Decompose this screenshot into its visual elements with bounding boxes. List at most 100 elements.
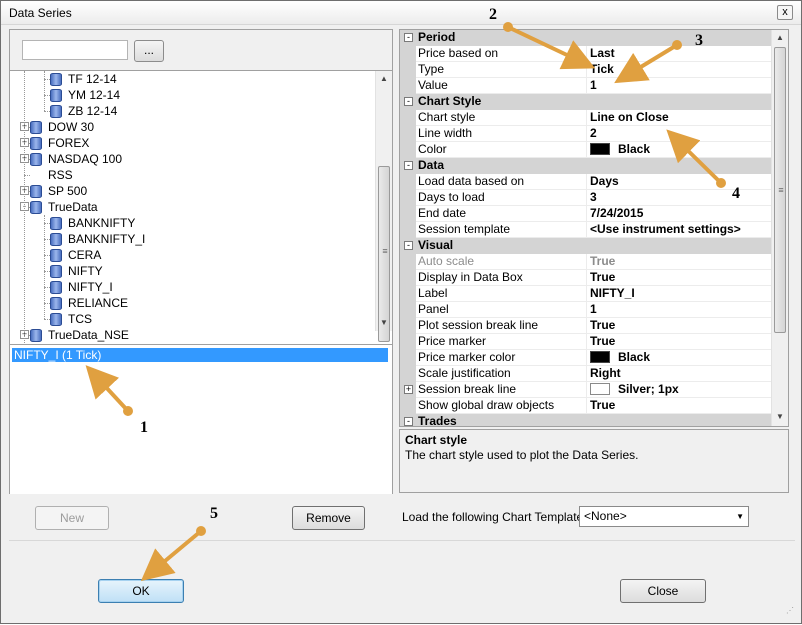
grid-property-value[interactable]: True <box>590 318 615 333</box>
collapse-icon[interactable]: - <box>404 417 413 426</box>
tree-item[interactable]: CERA <box>48 247 348 263</box>
grid-scroll-thumb[interactable]: ≡ <box>774 47 786 333</box>
tree-item[interactable]: YM 12-14 <box>48 87 348 103</box>
tree-item[interactable]: BANKNIFTY <box>48 215 348 231</box>
tree-item[interactable]: RELIANCE <box>48 295 348 311</box>
tree-scrollbar[interactable]: ▲ ≡ ▼ <box>375 71 392 342</box>
database-icon <box>50 265 62 278</box>
tree-item[interactable]: NIFTY_I <box>48 279 348 295</box>
resize-grip-icon[interactable]: ⋰ <box>786 607 798 620</box>
grid-property-value[interactable]: Last <box>590 46 615 61</box>
grid-property-value[interactable]: Line on Close <box>590 110 669 125</box>
grid-property-value[interactable]: Days <box>590 174 619 189</box>
tree-item[interactable]: SP 500 <box>28 183 328 199</box>
grid-category[interactable]: - Period <box>400 30 772 46</box>
grid-property-row[interactable]: Scale justification Right <box>400 366 772 382</box>
grid-property-row[interactable]: Value 1 <box>400 78 772 94</box>
grid-property-value[interactable]: True <box>590 270 615 285</box>
grid-property-row[interactable]: Display in Data Box True <box>400 270 772 286</box>
expand-icon[interactable]: + <box>404 385 413 394</box>
property-grid[interactable]: - Period Price based on Last Type Tick Value 1-… <box>399 29 789 427</box>
grid-property-row[interactable]: Session template <Use instrument settings… <box>400 222 772 238</box>
tree-item[interactable]: TrueData <box>28 199 328 215</box>
grid-property-value[interactable]: Right <box>590 366 621 381</box>
grid-column-separator <box>586 270 587 286</box>
remove-button[interactable]: Remove <box>292 506 365 530</box>
grid-property-row[interactable]: Chart style Line on Close <box>400 110 772 126</box>
grid-category[interactable]: - Visual <box>400 238 772 254</box>
instrument-search-input[interactable] <box>22 40 128 60</box>
grid-property-row[interactable]: Price marker True <box>400 334 772 350</box>
browse-button[interactable]: ... <box>134 40 164 62</box>
series-list[interactable]: NIFTY_I (1 Tick) <box>10 344 392 494</box>
instrument-tree[interactable]: TF 12-14 YM 12-14 ZB 12-14 DOW 30 + FOREX + NAS… <box>10 70 392 370</box>
new-button[interactable]: New <box>35 506 109 530</box>
ok-button[interactable]: OK <box>98 579 184 603</box>
grid-property-value[interactable]: 1 <box>590 78 597 93</box>
grid-category[interactable]: - Chart Style <box>400 94 772 110</box>
grid-property-value[interactable]: 7/24/2015 <box>590 206 643 221</box>
grip-icon: ≡ <box>778 185 784 195</box>
grid-category[interactable]: - Trades <box>400 414 772 426</box>
grid-property-value[interactable]: 2 <box>590 126 597 141</box>
tree-item-label: TCS <box>68 312 92 326</box>
grid-property-row[interactable]: Panel 1 <box>400 302 772 318</box>
scroll-down-icon[interactable]: ▼ <box>772 409 788 425</box>
collapse-icon[interactable]: - <box>404 241 413 250</box>
grid-category[interactable]: - Data <box>400 158 772 174</box>
tree-item[interactable]: FOREX <box>28 135 328 151</box>
grid-property-value[interactable]: Tick <box>590 62 614 77</box>
grid-gutter <box>400 46 416 62</box>
collapse-icon[interactable]: - <box>404 97 413 106</box>
grid-property-row[interactable]: + Session break line Silver; 1px <box>400 382 772 398</box>
grid-property-row[interactable]: Type Tick <box>400 62 772 78</box>
tree-item[interactable]: RSS <box>28 167 328 183</box>
close-button[interactable]: Close <box>620 579 706 603</box>
grid-property-value[interactable]: True <box>590 254 615 269</box>
database-icon <box>30 329 42 342</box>
tree-item[interactable]: NIFTY <box>48 263 348 279</box>
annotation-number-3: 3 <box>695 32 703 49</box>
grid-property-value[interactable]: True <box>590 334 615 349</box>
scroll-up-icon[interactable]: ▲ <box>772 30 788 46</box>
tree-item[interactable]: NASDAQ 100 <box>28 151 328 167</box>
tree-item[interactable]: TCS <box>48 311 348 327</box>
collapse-icon[interactable]: - <box>404 161 413 170</box>
tree-item[interactable]: DOW 30 <box>28 119 328 135</box>
grid-property-row[interactable]: End date 7/24/2015 <box>400 206 772 222</box>
grid-property-value[interactable]: 3 <box>590 190 597 205</box>
grid-property-row[interactable]: Show global draw objects True <box>400 398 772 414</box>
grid-property-row[interactable]: Line width 2 <box>400 126 772 142</box>
description-title: Chart style <box>405 433 468 447</box>
grid-property-row[interactable]: Price based on Last <box>400 46 772 62</box>
grid-property-value[interactable]: 1 <box>590 302 597 317</box>
grid-gutter <box>400 334 416 350</box>
grid-property-row[interactable]: Auto scale True <box>400 254 772 270</box>
tree-connector <box>44 319 50 320</box>
grid-property-value[interactable]: NIFTY_I <box>590 286 635 301</box>
grid-property-row[interactable]: Color Black <box>400 142 772 158</box>
grid-property-value[interactable]: Silver; 1px <box>590 382 679 397</box>
grid-property-row[interactable]: Load data based on Days <box>400 174 772 190</box>
grid-property-value[interactable]: Black <box>590 142 650 157</box>
grid-property-row[interactable]: Label NIFTY_I <box>400 286 772 302</box>
chart-template-select[interactable]: <None> ▼ <box>579 506 749 527</box>
scroll-down-icon[interactable]: ▼ <box>376 315 392 331</box>
series-item-selected[interactable]: NIFTY_I (1 Tick) <box>12 348 388 362</box>
grid-property-value[interactable]: Black <box>590 350 650 365</box>
tree-item[interactable]: BANKNIFTY_I <box>48 231 348 247</box>
scroll-up-icon[interactable]: ▲ <box>376 71 392 87</box>
tree-item[interactable]: TF 12-14 <box>48 71 348 87</box>
grid-property-row[interactable]: Days to load 3 <box>400 190 772 206</box>
tree-item[interactable]: ZB 12-14 <box>48 103 348 119</box>
grid-property-value[interactable]: True <box>590 398 615 413</box>
tree-item[interactable]: TrueData_NSE <box>28 327 328 343</box>
grid-property-value[interactable]: <Use instrument settings> <box>590 222 741 237</box>
grid-column-separator <box>586 110 587 126</box>
close-icon[interactable]: x <box>777 5 793 20</box>
grid-scrollbar[interactable]: ▲ ≡ ▼ <box>771 30 788 426</box>
grid-property-row[interactable]: Plot session break line True <box>400 318 772 334</box>
grid-property-row[interactable]: Price marker color Black <box>400 350 772 366</box>
collapse-icon[interactable]: - <box>404 33 413 42</box>
grid-property-name: Value <box>418 78 448 92</box>
